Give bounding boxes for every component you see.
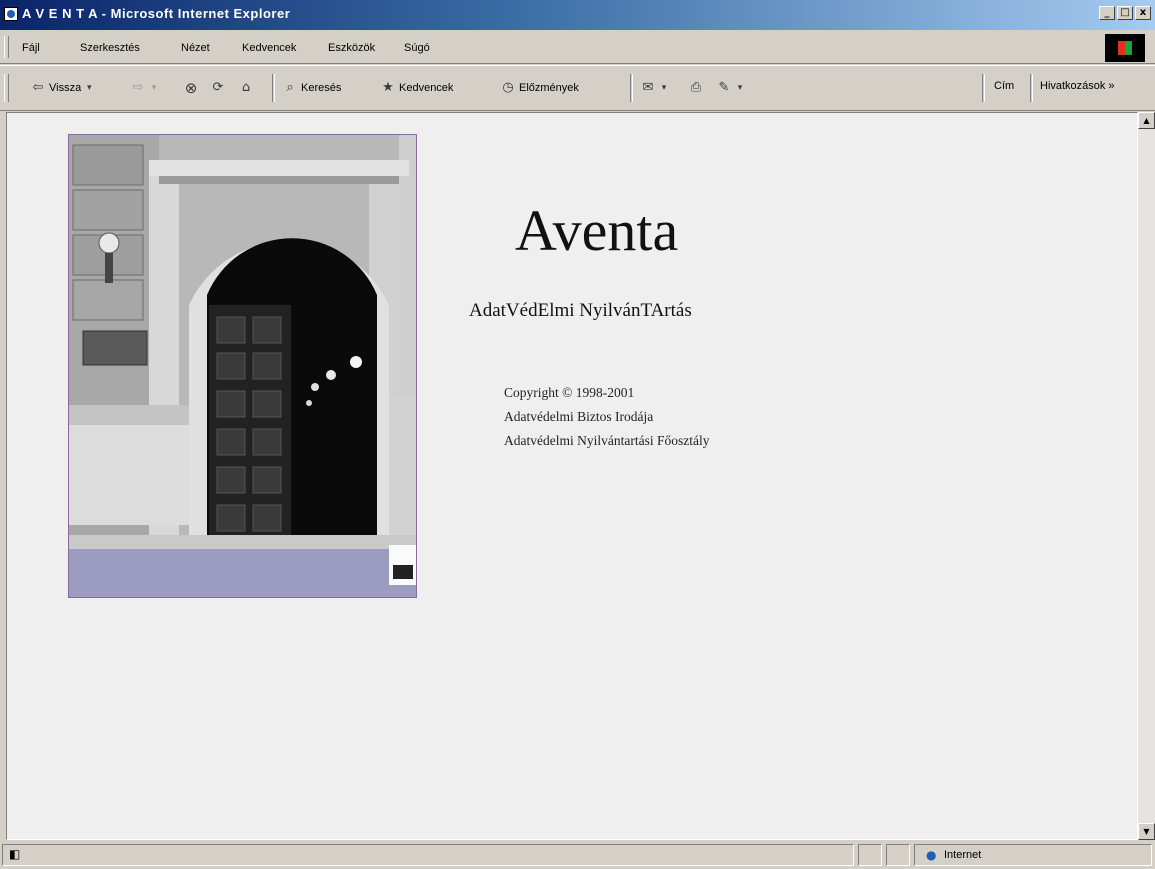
department-line: Adatvédelmi Nyilvántartási Főosztály <box>504 433 710 448</box>
ie-icon <box>4 7 18 21</box>
scroll-down-icon[interactable]: ▼ <box>1138 823 1155 840</box>
toolbar-separator <box>630 74 633 102</box>
back-button[interactable]: ⇦ Vissza ▾ <box>30 80 94 96</box>
favorites-label: Kedvencek <box>399 82 454 94</box>
print-button[interactable]: ⎙ <box>688 80 704 96</box>
security-zone-label: Internet <box>944 849 982 861</box>
menu-tools[interactable]: Eszközök <box>328 42 375 54</box>
toolbar-separator <box>1030 74 1033 102</box>
minimize-button[interactable]: _ <box>1099 6 1115 20</box>
toolbar-separator <box>982 74 985 102</box>
standard-toolbar: ⇦ Vissza ▾ ⇨ ▾ ⊗ ⟳ ⌂ ⌕ Keresés ★ Kedvenc… <box>0 65 1155 111</box>
favorites-icon: ★ <box>382 80 394 95</box>
page-subtitle: AdatVédElmi NyilvánTArtás <box>469 300 692 321</box>
menu-help[interactable]: Súgó <box>404 42 430 54</box>
menu-file[interactable]: Fájl <box>22 42 40 54</box>
history-button[interactable]: ◷ Előzmények <box>500 80 579 96</box>
menu-bar: Fájl Szerkesztés Nézet Kedvencek Eszközö… <box>0 30 1155 64</box>
menu-edit[interactable]: Szerkesztés <box>80 42 140 54</box>
menu-view[interactable]: Nézet <box>181 42 210 54</box>
mail-dropdown-icon[interactable]: ▾ <box>659 80 669 96</box>
refresh-icon: ⟳ <box>212 80 224 95</box>
toolbar-grip[interactable] <box>4 74 9 102</box>
history-label: Előzmények <box>519 82 579 94</box>
mail-icon: ✉ <box>642 80 654 95</box>
vertical-scrollbar[interactable]: ▲ ▼ <box>1138 112 1155 840</box>
title-bar: A V E N T A - Microsoft Internet Explore… <box>0 0 1155 30</box>
forward-arrow-icon: ⇨ <box>132 80 144 95</box>
copyright-line: Copyright © 1998-2001 <box>504 385 635 400</box>
refresh-button[interactable]: ⟳ <box>210 80 226 96</box>
favorites-button[interactable]: ★ Kedvencek <box>380 80 453 96</box>
toolbar-separator <box>272 74 275 102</box>
back-arrow-icon: ⇦ <box>32 80 44 95</box>
maximize-button[interactable]: □ <box>1117 6 1133 20</box>
search-icon: ⌕ <box>286 80 294 95</box>
office-line: Adatvédelmi Biztos Irodája <box>504 409 654 424</box>
edit-button[interactable]: ✎ ▾ <box>716 80 745 96</box>
forward-dropdown-icon[interactable]: ▾ <box>149 80 159 96</box>
home-icon: ⌂ <box>241 80 251 95</box>
search-button[interactable]: ⌕ Keresés <box>282 80 341 96</box>
back-label: Vissza <box>49 82 82 94</box>
window-controls: _ □ x <box>1099 6 1151 20</box>
address-label[interactable]: Cím <box>994 80 1014 92</box>
edit-dropdown-icon[interactable]: ▾ <box>735 80 745 96</box>
scroll-up-icon[interactable]: ▲ <box>1138 112 1155 129</box>
mail-button[interactable]: ✉ ▾ <box>640 80 669 96</box>
door-photo-image <box>69 135 416 597</box>
links-label: Hivatkozások <box>1040 80 1106 92</box>
back-dropdown-icon[interactable]: ▾ <box>84 80 94 96</box>
copyright-block: Copyright © 1998-2001 Adatvédelmi Biztos… <box>504 381 709 453</box>
edit-icon: ✎ <box>718 80 730 95</box>
history-icon: ◷ <box>502 80 514 95</box>
search-label: Keresés <box>301 82 342 94</box>
menubar-grip[interactable] <box>4 36 9 58</box>
globe-icon: ● <box>926 848 937 862</box>
home-button[interactable]: ⌂ <box>238 80 254 96</box>
status-progress-pane <box>858 844 882 866</box>
print-icon: ⎙ <box>690 80 702 95</box>
close-button[interactable]: x <box>1135 6 1151 20</box>
stop-icon: ⊗ <box>184 79 198 97</box>
window-title: A V E N T A - Microsoft Internet Explore… <box>22 6 291 21</box>
stop-button[interactable]: ⊗ <box>183 80 199 96</box>
windows-logo-icon <box>1105 34 1145 62</box>
status-bar: ◧ ● Internet <box>0 842 1155 869</box>
links-toolbar[interactable]: Hivatkozások » <box>1040 80 1115 92</box>
forward-button[interactable]: ⇨ ▾ <box>130 80 159 96</box>
page-done-icon: ◧ <box>9 847 21 861</box>
menu-favorites[interactable]: Kedvencek <box>242 42 296 54</box>
status-lock-pane <box>886 844 910 866</box>
page-title: Aventa <box>515 198 679 263</box>
links-chevron-icon[interactable]: » <box>1108 80 1114 92</box>
building-door-photo <box>68 134 417 598</box>
status-message-pane: ◧ <box>2 844 854 866</box>
page-content: Aventa AdatVédElmi NyilvánTArtás Copyrig… <box>6 112 1138 840</box>
